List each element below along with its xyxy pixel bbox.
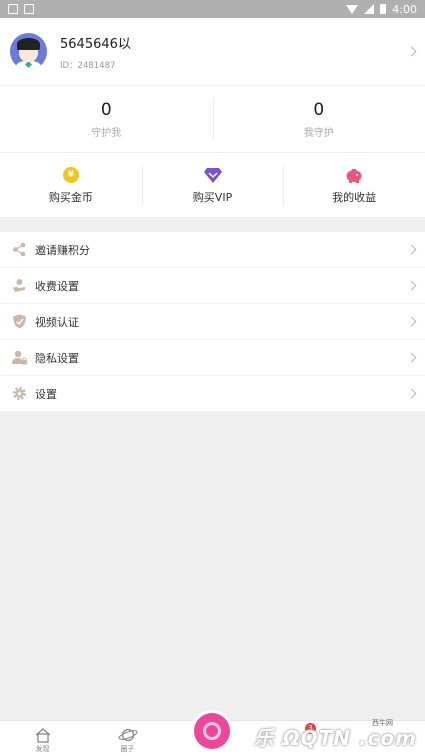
diamond-icon [203,167,222,183]
user-id: ID：2481487 [60,60,116,71]
notification-icon [8,4,18,14]
menu-label: 邀请赚积分 [35,243,90,257]
buy-vip-button[interactable]: 购买VIP [141,153,284,217]
action-label: 我的收益 [332,190,377,204]
menu-item-video-verify[interactable]: 视频认证 [0,304,425,340]
menu-label: 设置 [35,387,57,401]
share-icon [12,242,25,257]
stat-value: 0 [313,99,325,120]
gear-icon [12,387,26,400]
shield-check-icon [12,314,26,329]
settings-menu: 邀请赚积分 收费设置 视频认证 隐私设置 设置 [0,232,425,412]
tab-circle[interactable]: 圈子 [85,721,170,756]
avatar[interactable] [10,33,47,70]
chevron-right-icon [406,388,417,399]
stat-i-guard[interactable]: 0 我守护 [212,86,425,152]
live-button[interactable] [191,710,233,752]
menu-item-privacy[interactable]: 隐私设置 [0,340,425,376]
wifi-icon [346,4,359,14]
user-lock-icon [11,350,27,365]
signal-icon [364,4,375,14]
app-notification-icon [24,4,34,14]
stat-label: 守护我 [91,127,122,139]
status-bar: 4:00 [0,0,425,18]
menu-label: 视频认证 [35,315,79,329]
profile-header[interactable]: 5645646以 ID：2481487 [0,18,425,86]
menu-label: 收费设置 [35,279,79,293]
record-icon [203,722,221,740]
stat-value: 0 [100,99,112,120]
menu-item-settings[interactable]: 设置 [0,376,425,412]
menu-item-charge-settings[interactable]: 收费设置 [0,268,425,304]
chevron-right-icon [406,316,417,327]
piggy-bank-icon [346,168,362,183]
menu-item-invite[interactable]: 邀请赚积分 [0,232,425,268]
tab-label: 圈子 [120,745,135,753]
my-earnings-button[interactable]: 我的收益 [283,153,425,217]
watermark-logo: 乐 ΩQTN .com [253,726,417,750]
chevron-right-icon [406,280,417,291]
action-label: 购买VIP [192,190,233,204]
hand-coin-icon [12,279,25,292]
buy-coins-button[interactable]: ¥ 购买金币 [0,153,142,217]
quick-actions: ¥ 购买金币 购买VIP 我的收益 [0,153,425,217]
battery-icon [380,4,387,14]
home-icon [35,728,50,743]
stats-row: 0 守护我 0 我守护 [0,86,425,153]
status-time: 4:00 [392,2,417,16]
stat-label: 我守护 [303,127,334,139]
tab-discover[interactable]: 发现 [0,721,85,756]
chevron-right-icon [406,352,417,363]
stat-guard-me[interactable]: 0 守护我 [0,86,213,152]
chevron-right-icon [406,46,417,57]
chevron-right-icon [406,244,417,255]
planet-icon [117,728,138,742]
coin-icon: ¥ [62,166,79,183]
username: 5645646以 [60,36,131,52]
action-label: 购买金币 [48,190,93,204]
menu-label: 隐私设置 [35,351,79,365]
tab-label: 发现 [35,745,50,753]
